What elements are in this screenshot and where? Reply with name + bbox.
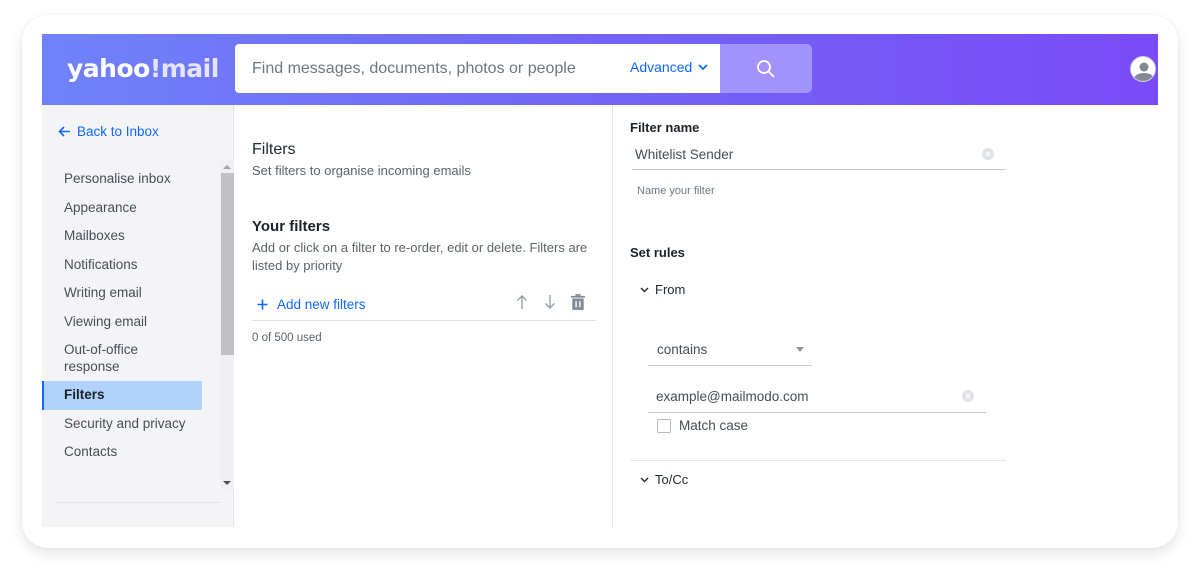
sidebar-item-personalise-inbox[interactable]: Personalise inbox [42,165,202,194]
filter-list-divider [252,320,596,321]
set-rules-label: Set rules [630,245,685,260]
scroll-up-arrow-icon[interactable] [223,165,231,169]
trash-icon [571,294,585,310]
filter-name-input[interactable] [632,140,1006,169]
settings-sidebar: Back to Inbox Personalise inbox Appearan… [42,105,234,527]
arrow-left-icon [58,126,70,137]
sidebar-item-security-privacy[interactable]: Security and privacy [42,410,202,439]
arrow-up-icon [517,295,527,309]
dropdown-arrow-icon [796,346,804,352]
yahoo-mail-settings-window: yahoo!mail Advanced [42,34,1158,527]
sidebar-item-appearance[interactable]: Appearance [42,194,202,223]
user-avatar-icon [1133,62,1155,81]
add-new-filter-label: Add new filters [277,297,366,312]
scroll-down-arrow-icon[interactable] [223,481,231,485]
sidebar-item-out-of-office[interactable]: Out-of-office response [42,336,152,381]
arrow-down-icon [545,295,555,309]
close-icon [965,393,971,399]
page-title: Filters [252,141,296,158]
search-icon [757,59,775,77]
yahoo-mail-logo[interactable]: yahoo!mail [67,54,219,83]
move-down-button[interactable] [543,293,557,311]
chevron-down-icon [698,63,708,70]
logo-mail: mail [160,54,220,83]
user-avatar-button[interactable] [1130,56,1156,82]
back-to-inbox-link[interactable]: Back to Inbox [58,124,159,139]
from-value-input[interactable] [648,380,986,412]
delete-filter-button[interactable] [571,293,585,311]
sidebar-item-notifications[interactable]: Notifications [42,251,202,280]
from-condition-value: contains [657,341,708,357]
add-new-filter-button[interactable]: Add new filters [257,297,366,312]
to-cc-section-toggle[interactable]: To/Cc [640,472,688,487]
move-up-button[interactable] [515,293,529,311]
plus-icon [257,299,268,310]
page-subtitle: Set filters to organise incoming emails [252,163,471,178]
sidebar-item-filters[interactable]: Filters [42,381,202,410]
sidebar-item-viewing-email[interactable]: Viewing email [42,308,202,337]
filter-name-field [632,140,1006,170]
match-case-label: Match case [679,418,749,433]
search-input[interactable] [235,44,615,93]
scrollbar-thumb[interactable] [221,173,234,355]
search-box: Advanced [235,44,720,93]
from-section-toggle[interactable]: From [640,282,685,297]
logo-bang: ! [149,54,161,83]
sidebar-item-contacts[interactable]: Contacts [42,438,202,467]
back-to-inbox-label: Back to Inbox [77,124,159,139]
advanced-search-button[interactable]: Advanced [630,59,708,75]
chevron-down-icon [640,287,649,292]
match-case-checkbox-row[interactable]: Match case [657,418,748,433]
from-condition-select[interactable]: contains [648,333,812,366]
filters-list-panel: Filters Set filters to organise incoming… [235,105,612,527]
your-filters-description: Add or click on a filter to re-order, ed… [252,240,588,273]
search-button[interactable] [720,44,812,93]
advanced-label: Advanced [630,59,693,75]
filter-editor-panel: Filter name Name your filter Set rules F… [613,105,1158,527]
from-value-field [648,380,986,413]
sidebar-scrollbar[interactable] [220,161,234,489]
settings-nav-list: Personalise inbox Appearance Mailboxes N… [42,161,222,467]
logo-yahoo: yahoo [67,54,150,83]
to-cc-section-label: To/Cc [655,472,689,487]
match-case-checkbox[interactable] [657,418,671,433]
chevron-down-icon [640,477,649,482]
filter-name-label: Filter name [630,120,700,135]
sidebar-item-mailboxes[interactable]: Mailboxes [42,222,202,251]
filters-used-count: 0 of 500 used [252,332,322,344]
filter-toolbar [515,293,585,311]
filter-name-helper: Name your filter [637,185,715,197]
sidebar-item-writing-email[interactable]: Writing email [42,279,202,308]
top-header-bar: yahoo!mail Advanced [42,34,1158,105]
clear-from-value-button[interactable] [962,390,974,402]
rule-section-divider [630,460,1006,461]
from-section-label: From [655,282,686,297]
clear-filter-name-button[interactable] [982,148,994,160]
sidebar-divider [56,502,220,503]
close-icon [985,151,991,157]
your-filters-heading: Your filters [252,218,331,235]
